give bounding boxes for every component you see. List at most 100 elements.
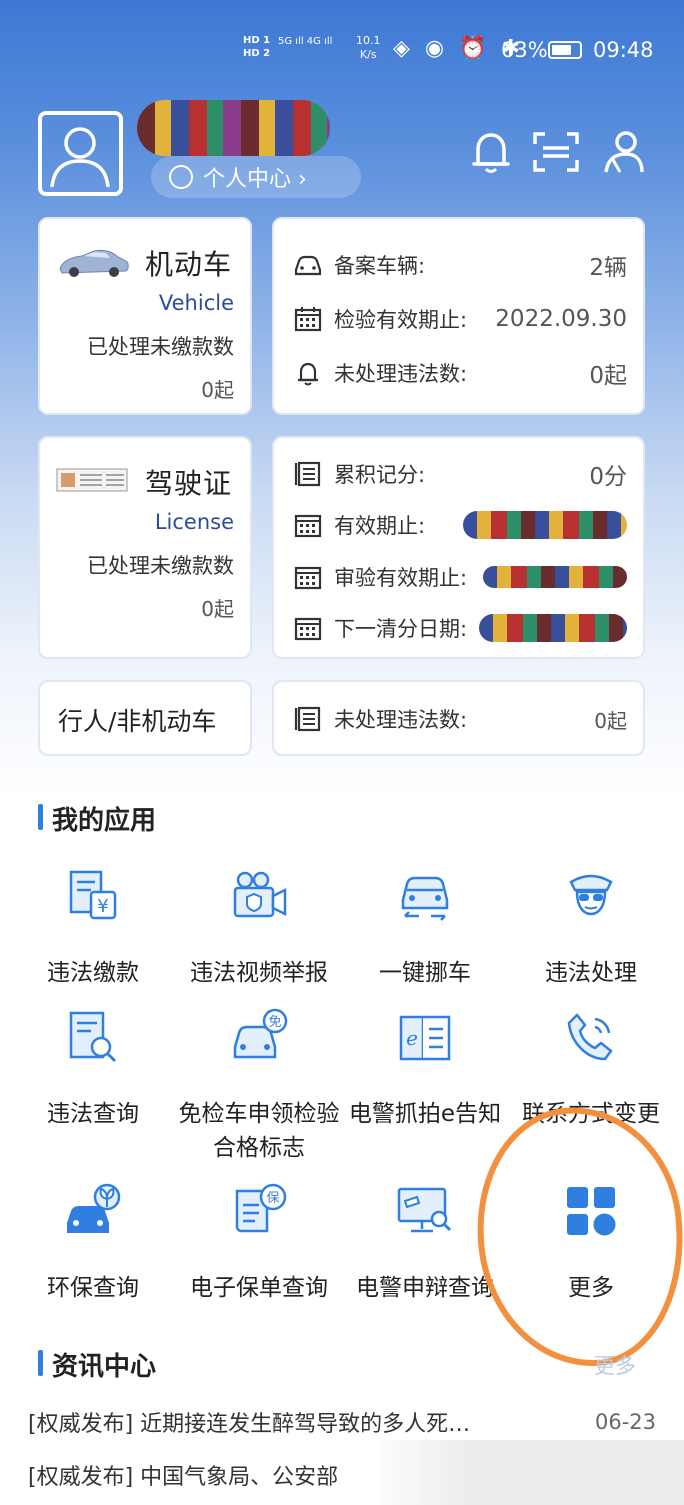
calendar-icon [294,566,322,590]
app-label: 违法缴款 [47,960,139,986]
monitor-search-icon [397,1187,452,1233]
redacted-value [479,614,627,642]
license-pending-label: 已处理未缴款数 [87,554,234,578]
user-circle-icon [169,165,193,189]
annotation-circle [464,1096,684,1378]
bell-icon[interactable] [466,128,516,176]
app-eco-query[interactable]: 环保查询 [9,1181,177,1305]
bell-icon [298,362,318,386]
news-item[interactable]: [权威发布] 近期接连发生醉驾导致的多人死… 06-23 [28,1402,656,1442]
status-bar: HD 1 HD 2 5G ıll 4G ıll 10.1 K/s ◈ ◉ ⏰ ✱ 6… [0,28,684,72]
app-e-notice[interactable]: e 电警抓拍e告知 [341,1007,509,1131]
video-camera-icon [233,871,287,918]
exempt-car-icon: 免 [233,1008,288,1059]
clock: 09:48 [593,38,654,62]
row-value: 0分 [589,464,627,490]
app-label: 违法视频举报 [190,960,328,986]
info-row-pedestrian-violations: 未处理违法数: 0起 [292,701,627,737]
e-book-icon: e [399,1015,451,1061]
pedestrian-title: 行人/非机动车 [58,707,217,736]
police-icon [569,874,613,916]
vehicle-card[interactable]: 机动车 Vehicle 已处理未缴款数 0起 [38,217,252,415]
car-icon [294,255,322,276]
signal-icon: 5G ıll 4G ıll [278,36,333,47]
pedestrian-info-card[interactable]: 未处理违法数: 0起 [272,680,645,756]
app-label: 一键挪车 [379,960,471,986]
app-exempt-inspection[interactable]: 免 免检车申领检验合格标志 [175,1007,343,1165]
move-car-icon [401,876,449,921]
row-label: 未处理违法数: [334,362,468,386]
svg-text:免: 免 [268,1015,281,1030]
row-value: 0起 [594,708,627,733]
info-row-next-clear-date: 下一清分日期: [292,610,627,646]
pedestrian-card[interactable]: 行人/非机动车 [38,680,252,756]
info-row-inspection-expiry: 检验有效期止: 2022.09.30 [292,301,627,337]
calendar-icon [294,514,322,538]
info-row-review-expiry: 审验有效期止: [292,559,627,595]
app-e-policy-query[interactable]: 保 电子保单查询 [175,1181,343,1305]
news-item-date: 06-23 [594,1410,656,1434]
row-value: 2022.09.30 [495,306,627,332]
app-label: 违法查询 [47,1101,139,1127]
vehicle-pending-value: 0起 [201,378,234,402]
info-row-unprocessed-violations: 未处理违法数: 0起 [292,355,627,391]
news-item-title: [权威发布] 近期接连发生醉驾导致的多人死… [28,1412,471,1437]
vehicle-title: 机动车 [144,248,232,281]
payment-doc-icon: ¥ [69,870,117,920]
redacted-value [463,511,627,539]
license-info-card[interactable]: 累积记分: 0分 有效期止: 审验有效期止: 下一清分日期: [272,436,645,659]
app-label: 违法处理 [545,960,637,986]
officer-icon[interactable] [598,128,648,176]
app-label: 电警抓拍e告知 [348,1101,502,1127]
row-label: 累积记分: [334,463,426,487]
app-violation-video-report[interactable]: 违法视频举报 [175,866,343,990]
news-more-link[interactable]: 更多 [594,1350,636,1380]
svg-text:保: 保 [266,1191,279,1206]
row-value: 2辆 [589,255,627,281]
user-name-redacted [137,100,330,156]
vehicle-subtitle: Vehicle [158,291,234,315]
license-card[interactable]: 驾驶证 License 已处理未缴款数 0起 [38,436,252,659]
svg-text:¥: ¥ [97,896,108,917]
app-move-car[interactable]: 一键挪车 [341,866,509,990]
personal-center-label: 个人中心 › [203,167,307,192]
row-label: 检验有效期止: [334,308,468,332]
row-label: 审验有效期止: [334,566,468,590]
info-row-registered-vehicles: 备案车辆: 2辆 [292,247,627,283]
list-doc-icon [294,706,321,732]
list-doc-icon [294,461,321,487]
calendar-icon [294,617,322,641]
redacted-value [483,566,627,588]
row-label: 未处理违法数: [334,708,468,732]
car-image-icon [59,249,129,277]
vehicle-info-card[interactable]: 备案车辆: 2辆 检验有效期止: 2022.09.30 未处理违法数: 0起 [272,217,645,415]
scan-icon[interactable] [531,128,581,176]
insurance-doc-icon: 保 [235,1183,287,1233]
app-violation-payment[interactable]: ¥ 违法缴款 [9,866,177,990]
svg-text:e: e [406,1026,418,1050]
calendar-icon [294,307,322,332]
hd-indicator: HD 1 HD 2 [243,35,271,59]
network-speed: 10.1 K/s [356,34,381,61]
row-label: 有效期止: [334,514,426,538]
eco-car-icon [67,1183,121,1233]
app-violation-handling[interactable]: 违法处理 [507,866,675,990]
screen-overlay [380,1440,684,1505]
doc-search-icon [69,1011,117,1063]
avatar[interactable] [38,111,123,196]
battery-icon [548,41,582,59]
license-title: 驾驶证 [144,467,232,500]
license-image-icon [56,468,128,492]
row-value: 0起 [589,363,627,389]
app-label: 环保查询 [47,1275,139,1301]
app-label: 免检车申领检验合格标志 [178,1101,340,1161]
row-label: 备案车辆: [334,254,426,278]
info-row-valid-until: 有效期止: [292,507,627,543]
personal-center-button[interactable]: 个人中心 › [151,156,361,198]
info-row-points: 累积记分: 0分 [292,456,627,492]
license-subtitle: License [154,510,234,534]
my-apps-title: 我的应用 [38,800,156,837]
vehicle-pending-label: 已处理未缴款数 [87,335,234,359]
battery-percent: 63% [501,38,548,62]
app-violation-query[interactable]: 违法查询 [9,1007,177,1131]
